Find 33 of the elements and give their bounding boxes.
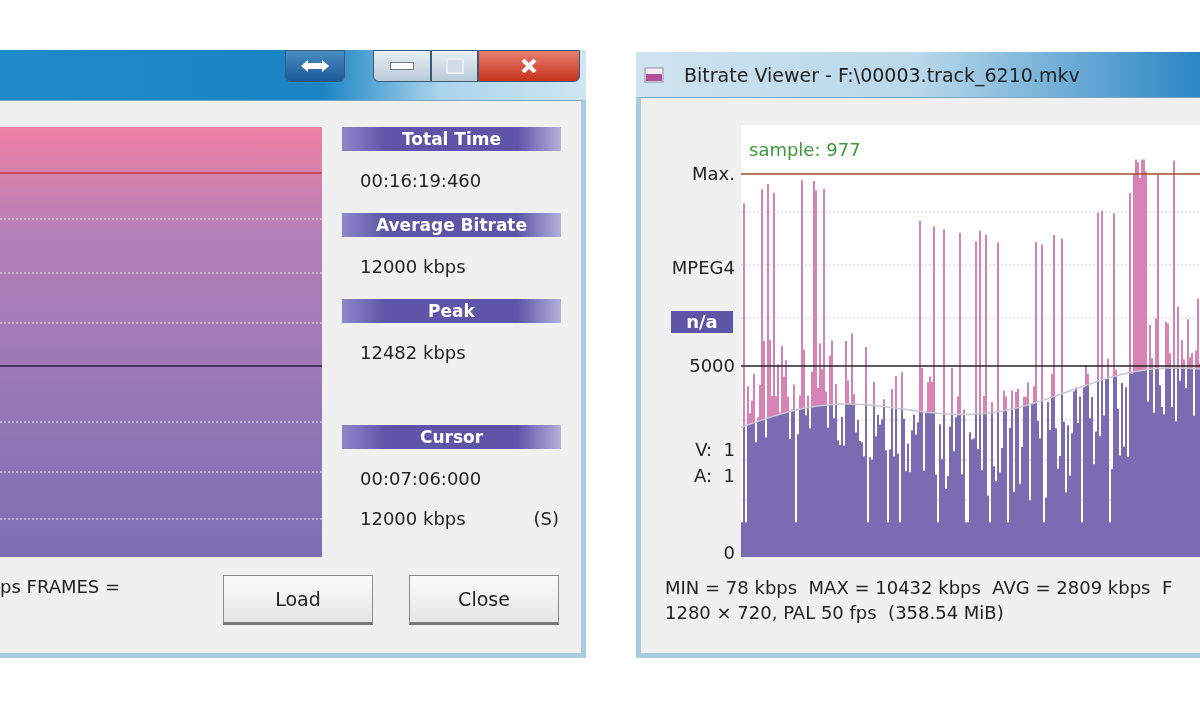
- status-text: ps FRAMES =: [0, 575, 121, 599]
- stat-value: 00:07:06:000: [359, 467, 483, 491]
- maximize-button[interactable]: [431, 50, 478, 82]
- push-button[interactable]: Close: [409, 575, 559, 625]
- section-heading: Average Bitrate: [342, 213, 561, 237]
- axis-label: MPEG4: [671, 257, 735, 279]
- minimize-button[interactable]: [373, 50, 431, 82]
- stat-value: 12482 kbps: [359, 341, 467, 365]
- close-button[interactable]: [478, 50, 580, 82]
- summary-text: MIN = 78 kbps MAX = 10432 kbps AVG = 2809 kbps F: [665, 576, 1174, 600]
- swap-button[interactable]: [285, 50, 345, 82]
- axis-label: 5000: [689, 355, 735, 377]
- stat-value: 12000 kbps: [359, 507, 466, 531]
- axis-label: A: 1: [694, 465, 735, 487]
- stat-value: 12000 kbps: [359, 255, 467, 279]
- sample-label: sample: 977: [749, 139, 861, 160]
- section-heading: Peak: [342, 299, 561, 323]
- mode-label: (S): [533, 507, 559, 531]
- close-icon: [520, 59, 538, 73]
- status-badge: n/a: [671, 311, 733, 333]
- section-heading: Cursor: [342, 425, 561, 449]
- app-icon: [644, 66, 664, 83]
- axis-label: V: 1: [695, 439, 735, 461]
- section-heading: Total Time: [342, 127, 561, 151]
- window-title: Bitrate Viewer - F:\00003.track_6210.mkv: [684, 63, 1080, 86]
- push-button[interactable]: Load: [223, 575, 373, 625]
- double-arrow-icon: [300, 59, 330, 73]
- axis-label: Max.: [692, 163, 735, 185]
- summary-text: 1280 × 720, PAL 50 fps (358.54 MiB): [665, 601, 1005, 625]
- minimize-icon: [390, 62, 414, 70]
- maximize-icon: [445, 58, 464, 74]
- axis-label: 0: [723, 542, 735, 564]
- stat-value: 00:16:19:460: [359, 169, 483, 193]
